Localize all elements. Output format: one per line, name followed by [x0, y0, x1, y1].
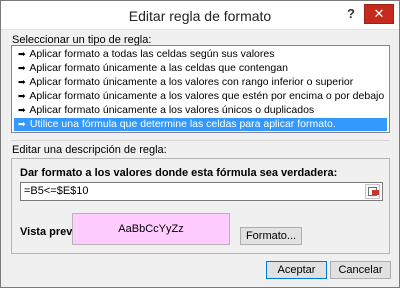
collapse-dialog-button[interactable]: [365, 184, 380, 199]
rule-type-item[interactable]: ➡ Aplicar formato únicamente a los valor…: [14, 90, 387, 103]
help-button[interactable]: ?: [343, 6, 359, 22]
rule-description-label: Editar una descripción de regla:: [12, 144, 167, 156]
rule-type-item-label: Aplicar formato únicamente a las celdas …: [29, 62, 288, 74]
rule-type-item[interactable]: ➡ Aplicar formato a todas las celdas seg…: [14, 48, 387, 61]
formula-value: =B5<=$E$10: [24, 185, 89, 197]
rule-type-item-selected[interactable]: ➡ Utilice una fórmula que determine las …: [14, 118, 387, 131]
rule-type-item-label: Aplicar formato únicamente a los valores…: [29, 76, 354, 88]
rule-type-item[interactable]: ➡ Aplicar formato únicamente a las celda…: [14, 62, 387, 75]
ok-button[interactable]: Aceptar: [266, 261, 327, 279]
format-button[interactable]: Formato...: [240, 227, 302, 245]
formula-label: Dar formato a los valores donde esta fór…: [20, 167, 338, 179]
arrow-icon: ➡: [18, 49, 26, 59]
rule-type-item[interactable]: ➡ Aplicar formato únicamente a los valor…: [14, 76, 387, 89]
edit-format-rule-dialog: Editar regla de formato ? ✕ Seleccionar …: [0, 0, 400, 288]
arrow-icon: ➡: [18, 91, 26, 101]
arrow-icon: ➡: [18, 77, 26, 87]
rule-type-item-label: Aplicar formato únicamente a los valores…: [29, 90, 387, 102]
cancel-button[interactable]: Cancelar: [330, 261, 391, 279]
rule-type-item-label: Aplicar formato únicamente a los valores…: [29, 104, 315, 116]
arrow-icon: ➡: [18, 105, 26, 115]
arrow-icon: ➡: [18, 119, 26, 129]
rule-description-panel: Dar formato a los valores donde esta fór…: [11, 158, 390, 254]
format-preview: AaBbCcYyZz: [72, 213, 230, 245]
range-arrow-icon: [372, 190, 379, 195]
arrow-icon: ➡: [18, 63, 26, 73]
rule-type-list[interactable]: ➡ Aplicar formato a todas las celdas seg…: [11, 45, 390, 133]
rule-type-item[interactable]: ➡ Aplicar formato únicamente a los valor…: [14, 104, 387, 117]
close-button[interactable]: ✕: [364, 4, 394, 24]
section-divider: [11, 140, 390, 141]
title-bar: Editar regla de formato ? ✕: [1, 1, 399, 30]
dialog-title: Editar regla de formato: [128, 8, 272, 24]
formula-input[interactable]: =B5<=$E$10: [20, 182, 383, 201]
rule-type-item-label: Utilice una fórmula que determine las ce…: [29, 118, 336, 130]
rule-type-item-label: Aplicar formato a todas las celdas según…: [29, 48, 275, 60]
